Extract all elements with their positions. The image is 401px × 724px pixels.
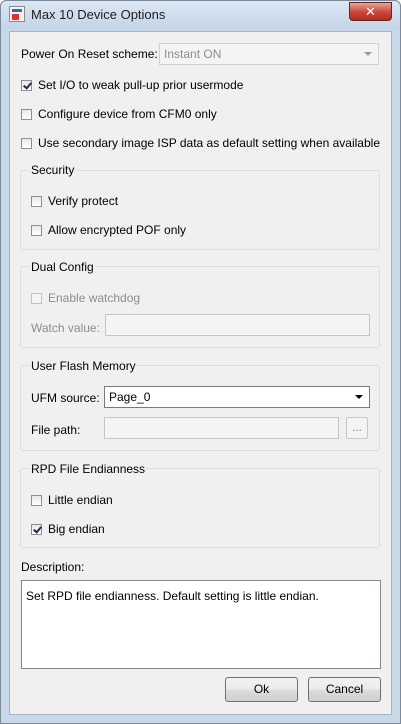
verify-protect-label: Verify protect [48, 194, 119, 208]
file-path-row: File path: [31, 423, 80, 437]
file-path-input[interactable] [104, 417, 339, 439]
description-label: Description: [21, 560, 85, 574]
checkbox-weak-pullup[interactable] [21, 79, 32, 91]
enable-watchdog-row[interactable]: Enable watchdog [31, 291, 140, 305]
ufm-source-label: UFM source: [31, 391, 100, 405]
ufm-group-title: User Flash Memory [30, 359, 137, 373]
rpd-endianness-group [20, 468, 380, 548]
watch-value-input[interactable] [105, 314, 370, 336]
ufm-source-select[interactable]: Page_0 [104, 386, 370, 408]
option-weak-pullup[interactable]: Set I/O to weak pull-up prior usermode [21, 78, 243, 92]
window-title: Max 10 Device Options [31, 7, 166, 22]
chevron-down-icon [364, 52, 372, 56]
description-box: Set RPD file endianness. Default setting… [21, 580, 381, 669]
checkbox-secondary-image[interactable] [21, 137, 32, 149]
checkbox-little-endian[interactable] [31, 494, 42, 506]
watch-value-label: Watch value: [31, 321, 100, 335]
security-group-title: Security [30, 163, 76, 177]
ufm-source-value: Page_0 [109, 390, 151, 404]
encrypted-pof-label: Allow encrypted POF only [48, 223, 187, 237]
power-on-reset-label: Power On Reset scheme: [21, 47, 158, 61]
dual-config-group-title: Dual Config [30, 260, 95, 274]
checkbox-big-endian[interactable] [31, 523, 42, 535]
security-encrypted-pof[interactable]: Allow encrypted POF only [31, 223, 186, 237]
option-configure-cfm0-label: Configure device from CFM0 only [38, 107, 217, 121]
security-verify-protect[interactable]: Verify protect [31, 194, 118, 208]
dialog-window: Max 10 Device Options ✕ Power On Reset s… [0, 0, 401, 724]
title-bar[interactable]: Max 10 Device Options ✕ [1, 1, 400, 29]
checkbox-configure-cfm0[interactable] [21, 108, 32, 120]
big-endian-label: Big endian [48, 522, 105, 536]
checkbox-verify-protect[interactable] [31, 195, 42, 207]
ok-button[interactable]: Ok [225, 677, 298, 702]
ufm-source-row: UFM source: [31, 391, 100, 405]
close-button[interactable]: ✕ [349, 2, 392, 21]
description-row: Description: [21, 560, 84, 574]
power-on-reset-select[interactable]: Instant ON [159, 43, 379, 65]
option-secondary-image-label: Use secondary image ISP data as default … [38, 136, 380, 150]
dialog-content: Power On Reset scheme: Instant ON Set I/… [9, 31, 392, 715]
browse-button[interactable]: ... [346, 417, 368, 439]
option-secondary-image[interactable]: Use secondary image ISP data as default … [21, 136, 380, 150]
checkbox-enable-watchdog[interactable] [31, 292, 42, 304]
cancel-button[interactable]: Cancel [308, 677, 381, 702]
security-group [20, 170, 380, 250]
watch-value-row: Watch value: [31, 321, 100, 335]
option-weak-pullup-label: Set I/O to weak pull-up prior usermode [38, 78, 244, 92]
app-icon [9, 6, 25, 22]
file-path-label: File path: [31, 423, 81, 437]
little-endian-label: Little endian [48, 493, 113, 507]
big-endian-row[interactable]: Big endian [31, 522, 105, 536]
rpd-group-title: RPD File Endianness [30, 462, 147, 476]
chevron-down-icon [355, 395, 363, 399]
power-on-reset-row: Power On Reset scheme: [21, 47, 158, 61]
little-endian-row[interactable]: Little endian [31, 493, 113, 507]
option-configure-cfm0[interactable]: Configure device from CFM0 only [21, 107, 217, 121]
power-on-reset-value: Instant ON [164, 47, 222, 61]
description-text: Set RPD file endianness. Default setting… [26, 589, 319, 603]
checkbox-encrypted-pof[interactable] [31, 224, 42, 236]
enable-watchdog-label: Enable watchdog [48, 291, 141, 305]
